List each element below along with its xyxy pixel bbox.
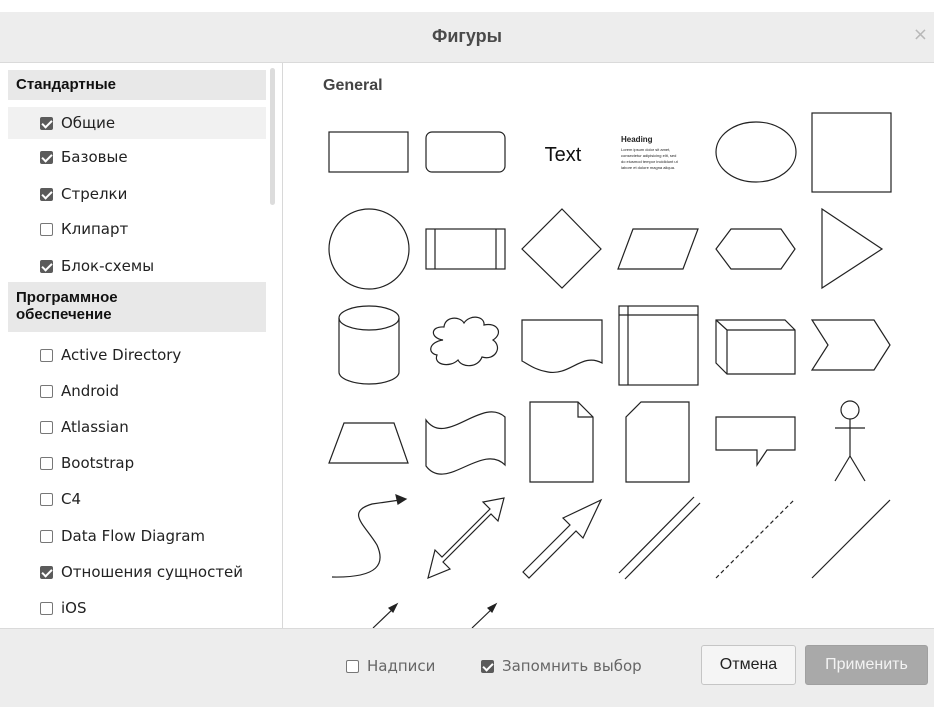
shape-square[interactable]: [811, 112, 892, 193]
svg-text:Lorem ipsum dolor sit amet,: Lorem ipsum dolor sit amet,: [621, 147, 670, 152]
shape-line[interactable]: [811, 499, 891, 579]
checkbox-icon[interactable]: [40, 348, 53, 362]
shape-cube[interactable]: [715, 319, 796, 375]
shape-rectangle[interactable]: [328, 131, 409, 173]
shape-document[interactable]: [521, 319, 603, 373]
shape-double-arrow[interactable]: [427, 497, 505, 580]
shape-callout[interactable]: [715, 416, 796, 467]
library-item-c4[interactable]: C4: [40, 485, 280, 513]
library-item-data-flow-diagram[interactable]: Data Flow Diagram: [40, 522, 280, 550]
checkbox-icon[interactable]: [481, 659, 494, 673]
checkbox-icon[interactable]: [40, 420, 53, 434]
dialog-titlebar: Фигуры ×: [0, 12, 934, 63]
shape-hexagon[interactable]: [715, 228, 796, 270]
shape-note[interactable]: [529, 401, 594, 483]
library-item-clipart[interactable]: Клипарт: [40, 215, 280, 243]
shape-dashed-line[interactable]: [715, 499, 795, 579]
shape-cloud[interactable]: [430, 316, 500, 367]
shape-ellipse[interactable]: [715, 121, 797, 183]
checkbox-icon[interactable]: [40, 150, 53, 164]
checkbox-icon[interactable]: [40, 222, 53, 236]
shape-cylinder[interactable]: [338, 305, 400, 385]
checkbox-icon[interactable]: [40, 259, 53, 273]
svg-text:consectetur adipisicing elit,: consectetur adipisicing elit, sed: [621, 153, 676, 158]
shape-arrow-connector[interactable]: [372, 602, 399, 628]
checkbox-icon[interactable]: [40, 456, 53, 470]
shape-gallery[interactable]: General Text Heading Lorem ipsum dolor s…: [283, 63, 934, 628]
library-item-ios[interactable]: iOS: [40, 594, 280, 622]
checkbox-icon[interactable]: [40, 187, 53, 201]
dialog-footer: Надписи Запомнить выбор Отмена Применить: [0, 628, 934, 707]
library-item-atlassian[interactable]: Atlassian: [40, 413, 280, 441]
shapes-canvas: Text Heading Lorem ipsum dolor sit amet,…: [328, 112, 892, 628]
sidebar-scrollbar[interactable]: [270, 68, 275, 205]
library-sidebar[interactable]: Стандартные Общие Базовые Стрелки Клипар…: [0, 63, 283, 628]
checkbox-icon[interactable]: [40, 492, 53, 506]
remember-selection-option[interactable]: Запомнить выбор: [481, 656, 642, 676]
checkbox-icon[interactable]: [40, 116, 53, 130]
shape-single-arrow[interactable]: [522, 498, 603, 579]
shape-rounded-rectangle[interactable]: [425, 131, 506, 173]
close-icon[interactable]: ×: [913, 24, 928, 45]
checkbox-icon[interactable]: [40, 601, 53, 615]
shape-circle[interactable]: [328, 208, 410, 290]
checkbox-icon[interactable]: [40, 529, 53, 543]
shape-parallelogram[interactable]: [617, 228, 699, 270]
shape-text[interactable]: Text: [545, 144, 582, 166]
library-item-general[interactable]: Общие: [8, 107, 266, 139]
shape-triangle[interactable]: [821, 207, 884, 290]
apply-button[interactable]: Применить: [805, 645, 928, 685]
shape-actor[interactable]: [834, 400, 866, 482]
shape-double-line[interactable]: [618, 496, 701, 580]
svg-text:Heading: Heading: [621, 135, 653, 144]
checkbox-icon[interactable]: [346, 659, 359, 673]
cancel-button[interactable]: Отмена: [701, 645, 796, 685]
library-item-active-directory[interactable]: Active Directory: [40, 341, 280, 369]
shape-process[interactable]: [425, 228, 506, 270]
shape-trapezoid[interactable]: [328, 422, 409, 464]
shape-diamond[interactable]: [521, 208, 602, 289]
shape-tape[interactable]: [425, 411, 506, 475]
library-item-entity-relation[interactable]: Отношения сущностей: [40, 558, 280, 586]
svg-text:Text: Text: [545, 144, 582, 166]
shape-textbox[interactable]: Heading Lorem ipsum dolor sit amet, cons…: [621, 135, 679, 170]
shapes-dialog: Фигуры × Стандартные Общие Базовые Стрел…: [0, 0, 934, 707]
shape-internal-storage[interactable]: [618, 305, 699, 386]
labels-option[interactable]: Надписи: [346, 656, 435, 676]
dialog-title: Фигуры: [431, 26, 503, 46]
svg-text:labore et dolore magna aliqua.: labore et dolore magna aliqua.: [621, 165, 675, 170]
library-item-basic[interactable]: Базовые: [40, 143, 280, 171]
checkbox-icon[interactable]: [40, 565, 53, 579]
category-header-standard: Стандартные: [8, 70, 266, 100]
svg-text:do eiusmod tempor incididunt u: do eiusmod tempor incididunt ut: [621, 159, 679, 164]
shape-curve-arrow[interactable]: [331, 494, 408, 578]
shape-step[interactable]: [810, 319, 891, 371]
library-item-android[interactable]: Android: [40, 377, 280, 405]
shape-arrow-connector-2[interactable]: [471, 602, 498, 628]
library-item-flowchart[interactable]: Блок-схемы: [40, 252, 280, 280]
category-header-software: Программное обеспечение: [8, 282, 266, 332]
shape-card[interactable]: [625, 401, 690, 483]
library-item-bootstrap[interactable]: Bootstrap: [40, 449, 280, 477]
library-item-arrows[interactable]: Стрелки: [40, 180, 280, 208]
checkbox-icon[interactable]: [40, 384, 53, 398]
